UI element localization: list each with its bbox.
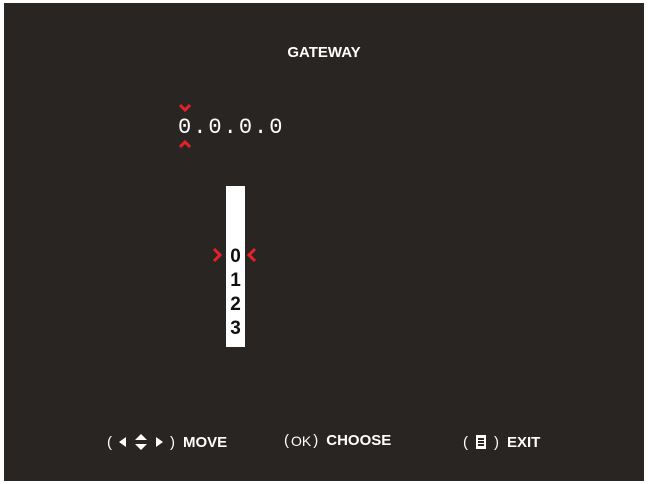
key-hints: ( ) MOVE ( OK ) CHOOSE ( ) EXIT: [0, 432, 648, 454]
page-title: GATEWAY: [287, 44, 361, 61]
ip-separator: .: [193, 115, 209, 140]
digit-option[interactable]: 2: [226, 293, 245, 317]
hint-exit: ( ) EXIT: [463, 432, 540, 452]
hint-move-label: MOVE: [183, 433, 228, 451]
ip-address-field[interactable]: 0 . 0 . 0 . 0: [178, 115, 284, 140]
digit-option[interactable]: 1: [226, 269, 245, 293]
digit-option[interactable]: 3: [226, 317, 245, 341]
ip-separator: .: [223, 115, 239, 140]
chevron-down-icon: [178, 103, 192, 113]
chevron-up-icon: [178, 139, 192, 149]
hint-exit-label: EXIT: [507, 433, 541, 451]
hint-choose: ( OK ) CHOOSE: [284, 432, 391, 449]
ip-octet-4[interactable]: 0: [269, 115, 284, 140]
selection-left-arrow-icon: [247, 247, 257, 263]
hint-choose-label: CHOOSE: [326, 432, 392, 449]
ip-separator: .: [254, 115, 270, 140]
ip-octet-2[interactable]: 0: [208, 115, 223, 140]
osd-screen: [4, 3, 644, 481]
arrow-keys-icon: [119, 434, 163, 450]
digit-option[interactable]: 0: [226, 245, 245, 269]
hint-paren: ): [494, 433, 499, 451]
digit-list[interactable]: 0 1 2 3: [226, 245, 245, 341]
menu-icon: [476, 435, 486, 449]
hint-paren: (: [284, 432, 289, 449]
ok-key-label: OK: [291, 432, 312, 449]
hint-paren: ): [170, 433, 175, 451]
ip-octet-3[interactable]: 0: [239, 115, 254, 140]
ip-octet-1[interactable]: 0: [178, 115, 193, 140]
hint-move: ( ) MOVE: [107, 432, 227, 452]
hint-paren: ): [313, 432, 319, 449]
selection-right-arrow-icon: [212, 247, 222, 263]
